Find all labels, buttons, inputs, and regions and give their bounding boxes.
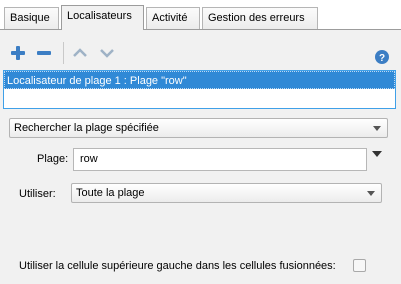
move-down-icon[interactable] [98, 44, 116, 62]
merged-cells-label: Utiliser la cellule supérieure gauche da… [19, 260, 336, 272]
tab-basique[interactable]: Basique [4, 7, 59, 29]
remove-icon[interactable] [35, 44, 53, 62]
plage-input[interactable]: row [73, 148, 367, 171]
chevron-down-icon [373, 126, 381, 131]
tab-gestion-des-erreurs[interactable]: Gestion des erreurs [202, 7, 318, 29]
utiliser-value: Toute la plage [76, 187, 145, 199]
add-icon[interactable] [9, 44, 27, 62]
tab-bar: Basique Localisateurs Activité Gestion d… [0, 0, 401, 30]
merged-cells-checkbox[interactable] [353, 259, 366, 272]
move-up-icon[interactable] [71, 44, 89, 62]
tab-localisateurs[interactable]: Localisateurs [61, 5, 144, 30]
tab-activite[interactable]: Activité [146, 7, 200, 29]
svg-text:?: ? [379, 53, 385, 64]
locator-list-item[interactable]: Localisateur de plage 1 : Plage "row" [4, 71, 395, 89]
utiliser-dropdown[interactable]: Toute la plage [71, 183, 382, 203]
plage-label: Plage: [37, 153, 69, 165]
chevron-down-icon [367, 191, 375, 196]
search-mode-dropdown[interactable]: Rechercher la plage spécifiée [9, 118, 388, 138]
utiliser-label: Utiliser: [19, 188, 56, 200]
toolbar-separator [63, 42, 64, 64]
locators-panel: ? Localisateur de plage 1 : Plage "row" … [0, 29, 401, 284]
locator-list[interactable]: Localisateur de plage 1 : Plage "row" [3, 70, 396, 109]
search-mode-value: Rechercher la plage spécifiée [14, 122, 159, 134]
help-icon[interactable]: ? [374, 49, 390, 65]
locator-toolbar: ? [0, 30, 401, 68]
plage-options-arrow-icon[interactable] [372, 151, 382, 157]
